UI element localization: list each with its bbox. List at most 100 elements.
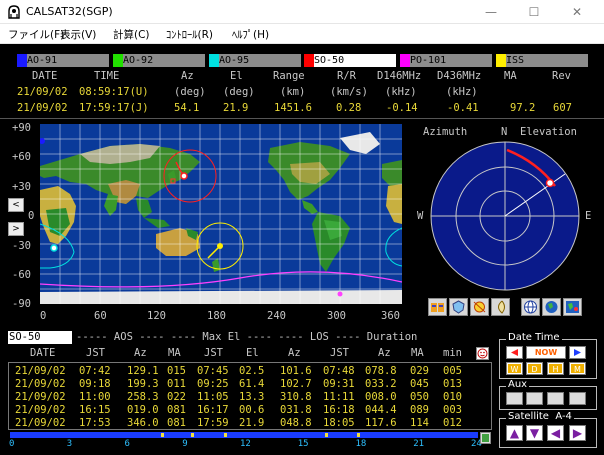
sat-tab-ao92[interactable]: AO-92 (113, 54, 205, 67)
jst-date: 21/09/02 (17, 102, 68, 114)
close-button[interactable]: ✕ (561, 0, 593, 24)
aux-button-2[interactable] (526, 392, 543, 405)
sat-tab-ao91[interactable]: AO-91 (17, 54, 109, 67)
col-aos-jst: JST (86, 347, 105, 359)
sun-button[interactable] (470, 298, 489, 316)
datetime-hour-button[interactable]: H (547, 362, 564, 375)
globe-icon (524, 300, 537, 314)
shield-button[interactable] (449, 298, 468, 316)
datetime-back-button[interactable] (506, 346, 523, 359)
radar-east-label: E (585, 210, 592, 222)
datetime-minute-button[interactable]: M (569, 362, 586, 375)
header-rr: R/R (337, 70, 356, 82)
pass-cell: 21/09/02 (15, 404, 66, 416)
iss-marker (217, 243, 223, 249)
sat-tab-ao95[interactable]: AO-95 (209, 54, 301, 67)
header-d146: D146MHz (377, 70, 422, 82)
datetime-week-button[interactable]: W (506, 362, 523, 375)
datetime-forward-button[interactable] (569, 346, 586, 359)
pass-cell: 21/09/02 (15, 391, 66, 403)
header-az: Az (181, 70, 194, 82)
lat-label: -90 (12, 298, 31, 310)
ground-station-button[interactable] (428, 298, 447, 316)
title-bar: CALSAT32(SGP) — ☐ ✕ (0, 0, 604, 24)
col-max-az: Az (288, 347, 301, 359)
timeline-hour-label: 9 (182, 439, 188, 449)
datetime-day-button[interactable]: D (526, 362, 543, 375)
world-map[interactable] (40, 124, 402, 304)
sat-tab-so50[interactable]: SO-50 (304, 54, 396, 67)
lat-label: +30 (12, 181, 31, 193)
sat-up-button[interactable]: ▲ (506, 425, 523, 441)
sat-tab-label: SO-50 (314, 55, 345, 66)
sat-down-button[interactable]: ▼ (526, 425, 543, 441)
pass-cell: 050 (410, 391, 429, 403)
pass-print-button[interactable] (476, 347, 489, 360)
pass-cell: 07:42 (79, 365, 111, 377)
pass-cell: 11:05 (197, 391, 229, 403)
maximize-button[interactable]: ☐ (518, 0, 550, 24)
sat-tab-label: AO-91 (27, 55, 58, 66)
lat-label: -30 (12, 240, 31, 252)
timeline-bar[interactable] (10, 432, 478, 438)
h-icon: H (549, 364, 562, 374)
pass-cell: 078.8 (365, 365, 397, 377)
pass-cell: 005 (443, 365, 462, 377)
d-icon: D (528, 364, 541, 374)
map-next-button[interactable]: > (8, 222, 24, 236)
earth-button[interactable] (542, 298, 561, 316)
datetime-now-button[interactable]: NOW (526, 346, 566, 359)
satellite-id: A-4 (555, 411, 572, 422)
radar-west-label: W (417, 210, 424, 222)
col-aos-ma: MA (168, 347, 181, 359)
aux-button-3[interactable] (547, 392, 564, 405)
pass-cell: 02.5 (239, 365, 265, 377)
svg-text:D: D (531, 365, 537, 374)
pass-cell: 11:00 (79, 391, 111, 403)
menu-control[interactable]: ｺﾝﾄﾛｰﾙ(R) (166, 27, 213, 42)
lon-label: 240 (267, 310, 286, 322)
svg-text:H: H (552, 365, 558, 374)
timeline-toggle-button[interactable] (480, 432, 491, 444)
menu-view[interactable]: 表示(V) (60, 27, 96, 42)
sat-color-swatch (304, 54, 314, 67)
pass-sat-name[interactable]: SO-50 (8, 331, 72, 344)
pass-cell: 129.1 (127, 365, 159, 377)
col-date: DATE (30, 347, 56, 359)
sat-color-swatch (17, 54, 27, 67)
pass-cell: 012 (443, 417, 462, 429)
moon-button[interactable] (491, 298, 510, 316)
sat-tab-po101[interactable]: PO-101 (400, 54, 492, 67)
pass-cell: 09:31 (323, 378, 355, 390)
radar-elevation-label: Elevation (520, 126, 577, 138)
lat-label: +60 (12, 151, 31, 163)
menu-help[interactable]: ﾍﾙﾌﾟ(H) (232, 27, 269, 42)
globe-button[interactable] (521, 298, 540, 316)
menu-bar: ファイル(F) 表示(V) 計算(C) ｺﾝﾄﾛｰﾙ(R) ﾍﾙﾌﾟ(H) (0, 24, 604, 44)
earth-icon (545, 301, 558, 313)
sat-tab-label: PO-101 (410, 55, 447, 66)
rewind-icon (511, 349, 518, 356)
aux-button-4[interactable] (569, 392, 586, 405)
timeline-hour-label: 21 (413, 439, 425, 449)
po101-marker (337, 291, 343, 297)
menu-calc[interactable]: 計算(C) (113, 27, 150, 42)
col-max-el: El (246, 347, 259, 359)
pass-cell: 310.8 (280, 391, 312, 403)
timeline-hour-label: 18 (355, 439, 367, 449)
sat-next-button[interactable]: ▶ (569, 425, 586, 441)
unit-range: (km) (280, 86, 306, 98)
map-prev-button[interactable]: < (8, 198, 24, 212)
sat-prev-button[interactable]: ◀ (547, 425, 564, 441)
header-rev: Rev (552, 70, 571, 82)
aux-button-1[interactable] (506, 392, 523, 405)
minimize-button[interactable]: — (475, 0, 507, 24)
map-view-button[interactable] (563, 298, 582, 316)
sat-tab-iss[interactable]: ISS (496, 54, 588, 67)
pass-cell: 16:17 (197, 404, 229, 416)
pass-cell: 022 (167, 391, 186, 403)
sat-tab-label: AO-95 (219, 55, 250, 66)
lon-label: 300 (327, 310, 346, 322)
current-range: 1451.6 (274, 102, 312, 114)
menu-file[interactable]: ファイル(F) (8, 27, 64, 42)
